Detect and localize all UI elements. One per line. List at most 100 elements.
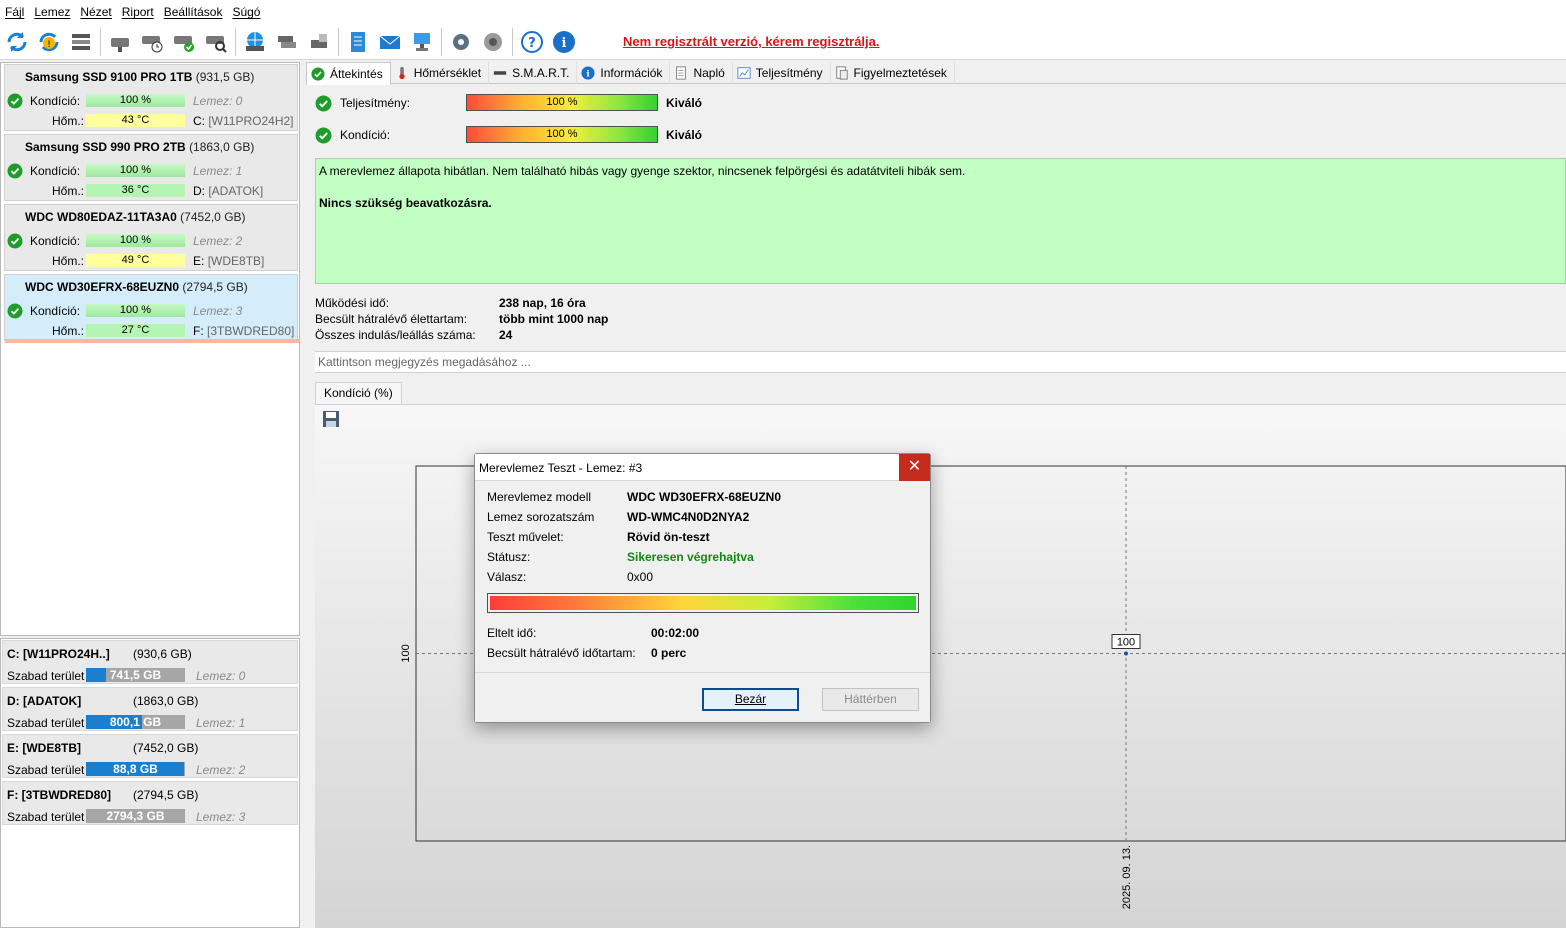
tab-performance[interactable]: Teljesítmény (733, 62, 831, 84)
condition-bar: 100 % (86, 234, 185, 247)
condition-bar: 100 % (86, 164, 185, 177)
drive-letter: F: (193, 324, 204, 338)
free-space-bar: 88,8 GB (86, 762, 185, 776)
refresh-warning-icon[interactable]: ! (36, 28, 62, 56)
register-link[interactable]: Nem regisztrált verzió, kérem regisztrál… (623, 34, 880, 49)
drive-list-icon[interactable] (68, 28, 94, 56)
menu-view[interactable]: Nézet (79, 5, 120, 19)
toolbar-separator (441, 27, 442, 56)
note-input[interactable]: Kattintson megjegyzés megadásához ... (315, 351, 1566, 373)
drive-letter: C: (193, 114, 205, 128)
info-icon: i (581, 66, 595, 80)
volume-name: C: [W11PRO24H..] (7, 647, 110, 661)
disk-item[interactable]: WDC WD80EDAZ-11TA3A0 (7452,0 GB) Kondíci… (4, 204, 298, 271)
drive-letter: E: (193, 254, 205, 268)
check-icon (7, 163, 23, 179)
temp-bar: 49 °C (86, 254, 185, 267)
menu-help[interactable]: Súgó (231, 5, 269, 19)
disk-test-dialog: Merevlemez Teszt - Lemez: #3 ✕ Merevleme… (474, 453, 931, 723)
disk-list: Samsung SSD 9100 PRO 1TB (931,5 GB) Kond… (0, 62, 300, 636)
free-space-bar: 800,1 GB (86, 715, 185, 729)
disk-size: (1863,0 GB) (189, 140, 255, 154)
status-text: A merevlemez állapota hibátlan. Nem talá… (319, 164, 966, 178)
volume-item[interactable]: C: [W11PRO24H..] (930,6 GB) Szabad terül… (2, 640, 298, 684)
toolbar: ! ? i Nem regisztrált verzió, kérem regi… (0, 24, 1566, 60)
disk-search-icon[interactable] (203, 28, 229, 56)
refresh-icon[interactable] (4, 28, 30, 56)
menu-report[interactable]: Riport (121, 5, 163, 19)
condition-bar: 100 % (86, 304, 185, 317)
log-icon (676, 66, 687, 80)
drive-label: [3TBWDRED80] (207, 324, 295, 338)
start-stop-label: Összes indulás/leállás száma: (315, 328, 476, 342)
serial-value: WD-WMC4N0D2NYA2 (627, 510, 750, 524)
menu-settings[interactable]: Beállítások (163, 5, 232, 19)
help-icon[interactable]: ? (519, 28, 545, 56)
menu-disk[interactable]: Lemez (33, 5, 79, 19)
network-icon[interactable] (409, 28, 435, 56)
condition-label: Kondíció: (340, 128, 391, 142)
model-label: Merevlemez modell (487, 490, 592, 504)
disk-item-selected[interactable]: WDC WD30EFRX-68EUZN0 (2794,5 GB) Kondíci… (4, 274, 299, 343)
remaining-life-label: Becsült hátralévő élettartam: (315, 312, 468, 326)
check-icon (7, 233, 23, 249)
tab-overview[interactable]: Áttekintés (306, 62, 391, 85)
info-icon[interactable]: i (551, 28, 577, 56)
toolbar-separator (338, 27, 339, 56)
volume-disk-index: Lemez: 1 (196, 716, 246, 730)
tab-bar: Áttekintés Hőmérséklet S.M.A.R.T. i Infor… (306, 62, 1566, 85)
globe-disk-icon[interactable] (242, 28, 268, 56)
volume-name: D: [ADATOK] (7, 694, 82, 708)
check-icon (311, 67, 325, 81)
disk-item[interactable]: Samsung SSD 990 PRO 2TB (1863,0 GB) Kond… (4, 134, 298, 201)
free-space-label: Szabad terület (7, 669, 85, 683)
close-icon[interactable]: ✕ (899, 454, 930, 481)
volume-size: (1863,0 GB) (133, 694, 199, 708)
drive-letter: D: (193, 184, 205, 198)
volume-name: E: [WDE8TB] (7, 741, 81, 755)
disk-check-icon[interactable] (171, 28, 197, 56)
disk-clock-icon[interactable] (139, 28, 165, 56)
tab-warnings[interactable]: Figyelmeztetések (831, 62, 955, 84)
start-stop-value: 24 (499, 328, 513, 342)
close-button[interactable]: Bezár (702, 688, 799, 711)
uptime-label: Működési idő: (315, 296, 390, 310)
disk-eject-icon[interactable] (107, 28, 133, 56)
test-progress-bar (487, 593, 919, 613)
temp-bar: 36 °C (86, 184, 185, 197)
background-button[interactable]: Háttérben (822, 688, 919, 711)
tab-log[interactable]: Napló (670, 62, 733, 84)
remaining-value: 0 perc (651, 646, 687, 660)
check-icon (315, 95, 332, 112)
volume-item[interactable]: D: [ADATOK] (1863,0 GB) Szabad terület 8… (2, 687, 298, 731)
disk-index: Lemez: 0 (193, 94, 243, 108)
status-box: A merevlemez állapota hibátlan. Nem talá… (315, 158, 1566, 284)
volume-disk-index: Lemez: 3 (196, 810, 246, 824)
notepad-icon[interactable] (345, 28, 371, 56)
performance-result: Kiváló (666, 96, 703, 110)
temp-label: Hőm.: (52, 324, 85, 338)
gear-icon[interactable] (448, 28, 474, 56)
disk-size: (7452,0 GB) (180, 210, 246, 224)
volume-item[interactable]: E: [WDE8TB] (7452,0 GB) Szabad terület 8… (2, 734, 298, 778)
menu-file[interactable]: Fájl (4, 5, 33, 19)
toolbar-separator (235, 27, 236, 56)
speaker-icon[interactable] (480, 28, 506, 56)
disk-export-icon[interactable] (306, 28, 332, 56)
tab-smart[interactable]: S.M.A.R.T. (489, 62, 578, 84)
disk-name: WDC WD30EFRX-68EUZN0 (25, 280, 180, 294)
elapsed-label: Eltelt idő: (487, 626, 537, 640)
temp-bar: 27 °C (86, 324, 185, 337)
tab-information[interactable]: i Információk (577, 62, 671, 84)
disk-item[interactable]: Samsung SSD 9100 PRO 1TB (931,5 GB) Kond… (4, 64, 298, 131)
volume-item[interactable]: F: [3TBWDRED80] (2794,5 GB) Szabad terül… (2, 781, 298, 825)
free-space-label: Szabad terület (7, 810, 85, 824)
performance-label: Teljesítmény: (340, 96, 411, 110)
warning-doc-icon (835, 66, 848, 80)
temp-label: Hőm.: (52, 114, 85, 128)
dialog-titlebar: Merevlemez Teszt - Lemez: #3 ✕ (475, 454, 930, 481)
mail-icon[interactable] (377, 28, 403, 56)
disk-stack-icon[interactable] (274, 28, 300, 56)
tab-temperature[interactable]: Hőmérséklet (391, 62, 490, 84)
volume-name: F: [3TBWDRED80] (7, 788, 111, 802)
